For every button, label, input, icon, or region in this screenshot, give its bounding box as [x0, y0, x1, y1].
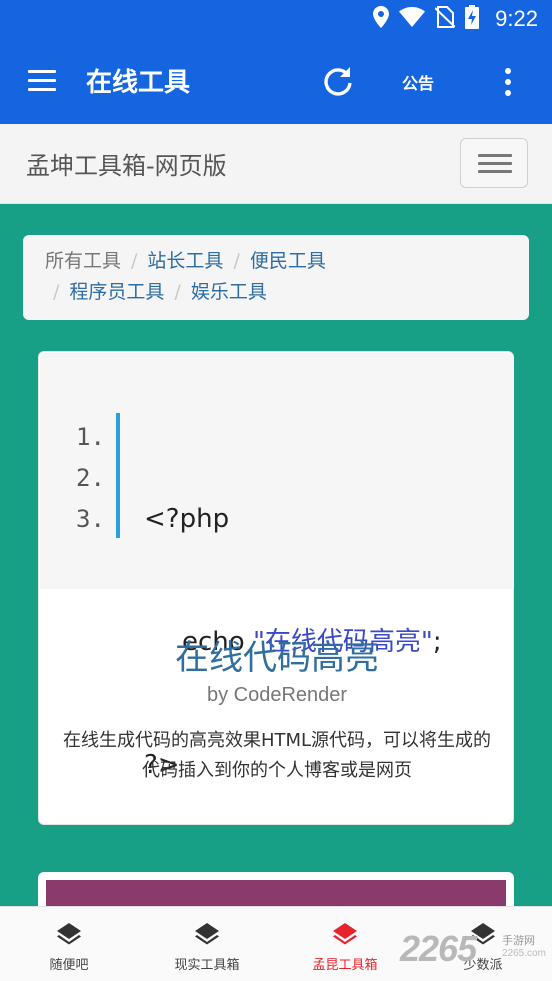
status-time: 9:22 — [495, 6, 538, 31]
watermark-line1: 手游网 — [502, 934, 535, 947]
line-number: 1. — [76, 423, 105, 451]
code-line-1: <?php — [144, 504, 230, 534]
breadcrumb-separator: / — [53, 281, 60, 303]
nav-toggle-button[interactable] — [460, 138, 528, 188]
breadcrumb-row: / 程序员工具 / 娱乐工具 — [45, 277, 507, 308]
notice-button[interactable]: 公告 — [402, 70, 434, 94]
menu-icon-line — [28, 79, 56, 82]
menu-icon-line — [28, 88, 56, 91]
nav-label: 随便吧 — [49, 958, 89, 973]
more-vert-icon-dot — [505, 90, 511, 96]
tool-description: 在线生成代码的高亮效果HTML源代码，可以将生成的代码插入到你的个人博客或是网页 — [62, 730, 492, 781]
refresh-button[interactable] — [322, 65, 354, 97]
watermark-number: 2265 — [400, 928, 477, 969]
app-title: 在线工具 — [86, 68, 191, 98]
nav-item-reality-toolbox[interactable]: 现实工具箱 — [138, 907, 276, 981]
nav-label: 孟昆工具箱 — [312, 958, 378, 973]
hamburger-icon-line — [478, 162, 512, 165]
nav-item-mengkun-toolbox[interactable]: 孟昆工具箱 — [276, 907, 414, 981]
layers-icon — [195, 923, 219, 945]
menu-icon-line — [28, 70, 56, 73]
status-bar: 9:22 — [0, 0, 552, 38]
app-bar: 在线工具 公告 — [0, 38, 552, 124]
layers-icon — [333, 923, 357, 945]
more-vert-icon-dot — [505, 68, 511, 74]
nav-label: 现实工具箱 — [174, 958, 240, 973]
breadcrumb: 所有工具 / 站长工具 / 便民工具 / 程序员工具 / 娱乐工具 — [23, 235, 529, 320]
breadcrumb-item-webmaster-tools[interactable]: 站长工具 — [147, 250, 223, 272]
status-icons: 9:22 — [373, 5, 538, 33]
battery-charging-icon — [465, 5, 480, 33]
code-gutter-rule — [116, 413, 120, 538]
breadcrumb-separator: / — [174, 281, 181, 303]
refresh-icon — [324, 67, 352, 96]
nav-item-suibianba[interactable]: 随便吧 — [0, 907, 138, 981]
menu-button[interactable] — [26, 66, 58, 96]
breadcrumb-row: 所有工具 / 站长工具 / 便民工具 — [45, 246, 507, 277]
layers-icon — [57, 923, 81, 945]
hamburger-icon-line — [478, 154, 512, 157]
tool-title[interactable]: 在线代码高亮 — [39, 630, 515, 679]
line-number: 3. — [76, 505, 105, 533]
breadcrumb-separator: / — [233, 250, 240, 272]
tool-card[interactable]: 1. 2. 3. <?php echo "在线代码高亮"; ?> 在线代码高亮 … — [38, 351, 514, 825]
wifi-icon — [399, 7, 426, 31]
breadcrumb-item-entertainment-tools[interactable]: 娱乐工具 — [191, 281, 267, 303]
more-options-button[interactable] — [498, 66, 518, 98]
tool-author: by CodeRender — [206, 684, 348, 706]
breadcrumb-item-all-tools[interactable]: 所有工具 — [45, 250, 121, 272]
hamburger-icon-line — [478, 170, 512, 173]
no-sim-icon — [434, 6, 456, 32]
code-preview-image: 1. 2. 3. <?php echo "在线代码高亮"; ?> — [40, 353, 514, 780]
location-icon — [373, 6, 390, 32]
breadcrumb-separator: / — [131, 250, 138, 272]
breadcrumb-item-programmer-tools[interactable]: 程序员工具 — [69, 281, 164, 303]
site-brand[interactable]: 孟坤工具箱-网页版 — [26, 146, 227, 181]
breadcrumb-item-convenience-tools[interactable]: 便民工具 — [250, 250, 326, 272]
watermark-line2: 2265.com — [502, 948, 546, 959]
code-line-numbers: 1. 2. 3. — [76, 417, 105, 540]
line-number: 2. — [76, 464, 105, 492]
site-header: 孟坤工具箱-网页版 — [0, 124, 552, 204]
more-vert-icon-dot — [505, 79, 511, 85]
